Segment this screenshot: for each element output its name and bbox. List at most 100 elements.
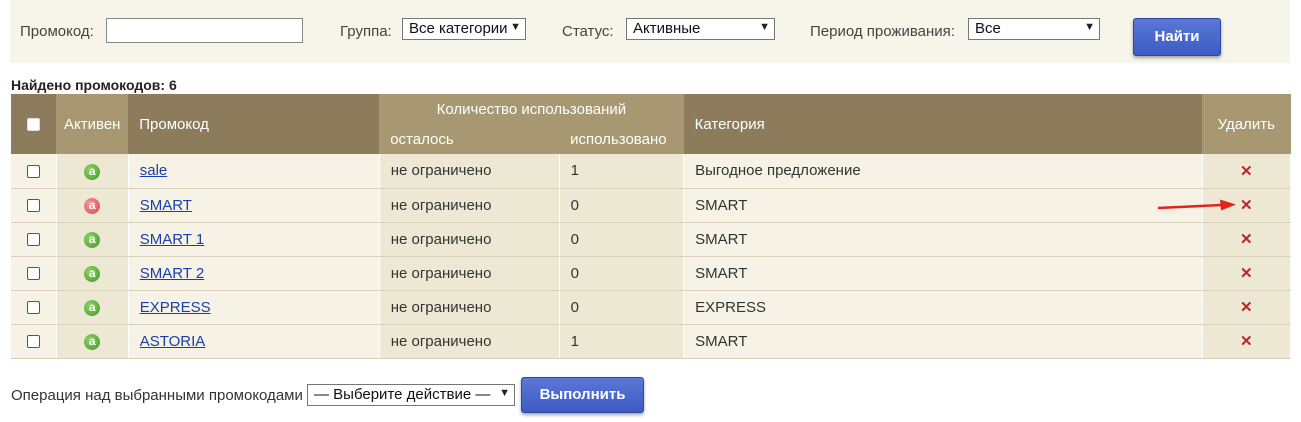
remaining-cell: не ограничено bbox=[379, 188, 560, 223]
row-checkbox[interactable] bbox=[26, 233, 40, 247]
promo-cell: EXPRESS bbox=[128, 290, 380, 325]
red-arrow-annotation bbox=[1157, 199, 1236, 211]
results-count: Найдено промокодов: 6 bbox=[11, 77, 177, 93]
group-select[interactable]: Все категории ▼ bbox=[402, 18, 526, 40]
row-select-cell bbox=[11, 154, 57, 189]
table-row: а SMART 2 не ограничено 0 SMART ✕ bbox=[11, 256, 1291, 291]
period-select-value: Все bbox=[975, 20, 1001, 37]
table-row: а SMART не ограничено 0 SMART ✕ bbox=[11, 188, 1291, 223]
col-header-used: использовано bbox=[559, 124, 684, 154]
col-header-active: Активен bbox=[56, 94, 129, 154]
status-select[interactable]: Активные ▼ bbox=[626, 18, 775, 40]
promo-code-link[interactable]: SMART bbox=[140, 197, 192, 214]
promo-cell: ASTORIA bbox=[128, 324, 380, 359]
promo-code-link[interactable]: SMART 1 bbox=[140, 231, 204, 248]
promo-cell: SMART 2 bbox=[128, 256, 380, 291]
promo-cell: sale bbox=[128, 154, 380, 189]
remaining-cell: не ограничено bbox=[379, 256, 560, 291]
promo-table: Активен Промокод Количество использовани… bbox=[11, 94, 1291, 359]
table-row: а SMART 1 не ограничено 0 SMART ✕ bbox=[11, 222, 1291, 257]
row-select-cell bbox=[11, 256, 57, 291]
category-cell: SMART bbox=[683, 188, 1203, 223]
col-header-remaining: осталось bbox=[379, 124, 560, 154]
active-cell: а bbox=[56, 324, 129, 359]
col-header-promo: Промокод bbox=[128, 94, 380, 154]
chevron-down-icon: ▼ bbox=[510, 21, 521, 33]
active-status-icon: а bbox=[84, 163, 101, 180]
promo-cell: SMART bbox=[128, 188, 380, 223]
period-label: Период проживания: bbox=[810, 23, 955, 40]
delete-cell: ✕ bbox=[1202, 290, 1291, 325]
remaining-cell: не ограничено bbox=[379, 324, 560, 359]
promo-search-input[interactable] bbox=[106, 18, 303, 43]
row-checkbox[interactable] bbox=[26, 335, 40, 349]
promo-code-link[interactable]: SMART 2 bbox=[140, 265, 204, 282]
delete-icon[interactable]: ✕ bbox=[1240, 299, 1253, 316]
chevron-down-icon: ▼ bbox=[759, 21, 770, 33]
active-cell: а bbox=[56, 188, 129, 223]
bulk-action-select[interactable]: — Выберите действие — ▼ bbox=[307, 384, 515, 406]
delete-icon[interactable]: ✕ bbox=[1240, 265, 1253, 282]
select-all-cell bbox=[11, 94, 57, 154]
run-button[interactable]: Выполнить bbox=[521, 377, 644, 413]
status-label: Статус: bbox=[562, 23, 614, 40]
delete-cell: ✕ bbox=[1202, 154, 1291, 189]
category-cell: SMART bbox=[683, 256, 1203, 291]
used-cell: 0 bbox=[559, 222, 685, 257]
delete-icon[interactable]: ✕ bbox=[1240, 333, 1253, 350]
row-select-cell bbox=[11, 188, 57, 223]
active-status-icon: а bbox=[84, 266, 101, 282]
promo-code-link[interactable]: EXPRESS bbox=[140, 299, 211, 316]
filter-bar: Промокод: Группа: Все категории ▼ Статус… bbox=[10, 0, 1290, 63]
row-checkbox[interactable] bbox=[26, 267, 40, 281]
active-cell: а bbox=[56, 290, 129, 325]
row-select-cell bbox=[11, 324, 57, 359]
used-cell: 1 bbox=[559, 324, 685, 359]
col-header-usage-group: Количество использований bbox=[379, 94, 684, 124]
col-header-delete: Удалить bbox=[1202, 94, 1291, 154]
table-row: а EXPRESS не ограничено 0 EXPRESS ✕ bbox=[11, 290, 1291, 325]
category-cell: Выгодное предложение bbox=[683, 154, 1203, 189]
category-cell: SMART bbox=[683, 222, 1203, 257]
row-checkbox[interactable] bbox=[26, 301, 40, 315]
active-status-icon: а bbox=[84, 334, 101, 350]
delete-icon[interactable]: ✕ bbox=[1240, 231, 1253, 248]
active-status-icon: а bbox=[84, 232, 101, 248]
row-checkbox[interactable] bbox=[26, 164, 40, 178]
active-status-icon: а bbox=[84, 300, 101, 316]
inactive-status-icon: а bbox=[84, 198, 101, 214]
delete-icon[interactable]: ✕ bbox=[1240, 163, 1253, 180]
promo-code-link[interactable]: ASTORIA bbox=[140, 333, 206, 350]
delete-cell: ✕ bbox=[1202, 222, 1291, 257]
category-cell: EXPRESS bbox=[683, 290, 1203, 325]
promo-cell: SMART 1 bbox=[128, 222, 380, 257]
promo-label: Промокод: bbox=[20, 23, 94, 40]
used-cell: 0 bbox=[559, 290, 685, 325]
promo-code-link[interactable]: sale bbox=[140, 162, 168, 179]
chevron-down-icon: ▼ bbox=[499, 387, 510, 399]
remaining-cell: не ограничено bbox=[379, 222, 560, 257]
table-row: а ASTORIA не ограничено 1 SMART ✕ bbox=[11, 324, 1291, 359]
bulk-operation-label: Операция над выбранными промокодами bbox=[11, 387, 303, 404]
remaining-cell: не ограничено bbox=[379, 290, 560, 325]
select-all-checkbox[interactable] bbox=[27, 118, 41, 132]
used-cell: 0 bbox=[559, 188, 685, 223]
delete-cell: ✕ bbox=[1202, 324, 1291, 359]
row-select-cell bbox=[11, 290, 57, 325]
group-label: Группа: bbox=[340, 23, 392, 40]
delete-icon[interactable]: ✕ bbox=[1240, 197, 1253, 214]
used-cell: 1 bbox=[559, 154, 685, 189]
bulk-action-select-value: — Выберите действие — bbox=[314, 386, 491, 403]
category-cell: SMART bbox=[683, 324, 1203, 359]
active-cell: а bbox=[56, 154, 129, 189]
remaining-cell: не ограничено bbox=[379, 154, 560, 189]
find-button[interactable]: Найти bbox=[1133, 18, 1221, 56]
used-cell: 0 bbox=[559, 256, 685, 291]
row-select-cell bbox=[11, 222, 57, 257]
active-cell: а bbox=[56, 256, 129, 291]
col-header-category: Категория bbox=[683, 94, 1202, 154]
row-checkbox[interactable] bbox=[26, 199, 40, 213]
period-select[interactable]: Все ▼ bbox=[968, 18, 1100, 40]
status-select-value: Активные bbox=[633, 20, 701, 37]
group-select-value: Все категории bbox=[409, 20, 508, 37]
